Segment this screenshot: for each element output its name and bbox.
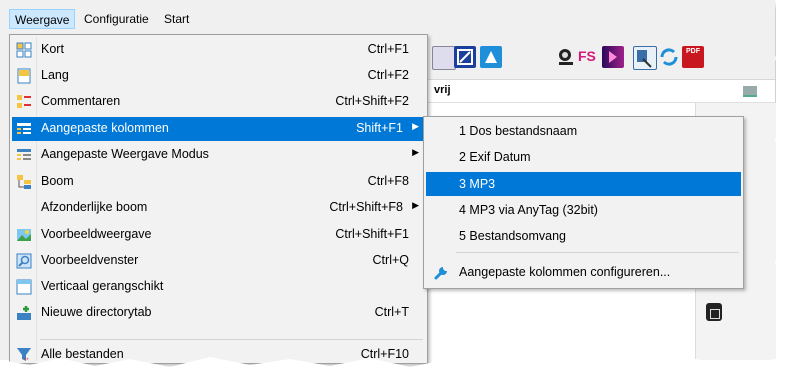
menu-item-label: Voorbeeldvenster xyxy=(41,253,139,267)
long-view-icon xyxy=(16,68,32,84)
submenu-item-dos-bestandsnaam[interactable]: 1 Dos bestandsnaam xyxy=(426,119,741,143)
menu-item-label: Lang xyxy=(41,68,69,82)
compare-icon[interactable] xyxy=(633,46,657,70)
menu-item-commentaren[interactable]: Commentaren Ctrl+Shift+F2 xyxy=(12,90,425,114)
menu-item-verticaal-gerangschikt[interactable]: Verticaal gerangschikt xyxy=(12,275,425,299)
menu-item-kort[interactable]: Kort Ctrl+F1 xyxy=(12,38,425,62)
menu-separator xyxy=(40,339,423,340)
menu-item-label: Alle bestanden xyxy=(41,347,124,361)
menu-item-shortcut: Shift+F1 xyxy=(356,121,403,135)
toolbar-button-icon[interactable] xyxy=(454,46,476,68)
menu-item-shortcut: Ctrl+F1 xyxy=(367,42,409,56)
menu-item-shortcut: Ctrl+Shift+F2 xyxy=(335,94,409,108)
submenu-item-label: 1 Dos bestandsnaam xyxy=(459,124,578,138)
wrench-icon xyxy=(434,264,450,280)
tree-icon xyxy=(16,174,32,190)
device-icon[interactable] xyxy=(706,303,722,321)
toolbar-button-icon[interactable] xyxy=(602,46,624,68)
menu-weergave[interactable]: Weergave xyxy=(9,9,76,29)
submenu-arrow-icon: ▶ xyxy=(412,121,419,131)
menu-item-label: Kort xyxy=(41,42,64,56)
new-tab-icon xyxy=(16,305,32,321)
menu-item-shortcut: Ctrl+Q xyxy=(372,253,409,267)
menu-item-label: Afzonderlijke boom xyxy=(41,200,148,214)
pdf-label: PDF xyxy=(686,48,700,55)
submenu-item-label: 5 Bestandsomvang xyxy=(459,229,567,243)
custom-columns-submenu: 1 Dos bestandsnaam 2 Exif Datum 3 MP3 4 … xyxy=(423,116,744,289)
menu-item-shortcut: Ctrl+Shift+F1 xyxy=(335,227,409,241)
menu-start[interactable]: Start xyxy=(159,9,194,29)
submenu-arrow-icon: ▶ xyxy=(412,200,419,210)
search-icon[interactable] xyxy=(555,46,577,68)
menu-item-lang[interactable]: Lang Ctrl+F2 xyxy=(12,64,425,88)
menu-item-alle-bestanden[interactable]: ** Alle bestanden Ctrl+F10 xyxy=(12,343,425,367)
menu-item-label: Voorbeeldweergave xyxy=(41,227,152,241)
toolbar-button-icon[interactable] xyxy=(480,46,502,68)
menubar: Weergave Configuratie Start xyxy=(0,9,775,30)
fs-button[interactable]: FS xyxy=(578,48,596,64)
address-bar[interactable]: vrij xyxy=(420,80,775,103)
toolbar: FS PDF xyxy=(420,33,775,80)
menu-item-shortcut: Ctrl+T xyxy=(374,305,409,319)
menu-item-label: Aangepaste Weergave Modus xyxy=(41,147,209,161)
view-menu: Kort Ctrl+F1 Lang Ctrl+F2 Commentaren Ct… xyxy=(9,34,428,364)
menu-item-afzonderlijke-boom[interactable]: Afzonderlijke boom Ctrl+Shift+F8 ▶ xyxy=(12,196,425,220)
menu-item-shortcut: Ctrl+F2 xyxy=(367,68,409,82)
menu-item-label: Commentaren xyxy=(41,94,121,108)
submenu-item-exif-datum[interactable]: 2 Exif Datum xyxy=(426,145,741,169)
menu-item-shortcut: Ctrl+F10 xyxy=(360,347,409,361)
free-space-label: vrij xyxy=(434,84,451,96)
pdf-icon[interactable]: PDF xyxy=(682,46,704,68)
custom-columns-icon xyxy=(16,121,32,137)
submenu-item-bestandsomvang[interactable]: 5 Bestandsomvang xyxy=(426,224,741,248)
menu-item-nieuwe-directorytab[interactable]: Nieuwe directorytab Ctrl+T xyxy=(12,301,425,325)
submenu-item-label: 4 MP3 via AnyTag (32bit) xyxy=(459,203,598,217)
vertical-arrangement-icon xyxy=(16,279,32,295)
short-view-icon xyxy=(16,42,32,58)
submenu-item-label: 3 MP3 xyxy=(459,177,496,191)
menu-item-shortcut: Ctrl+Shift+F8 xyxy=(329,200,403,214)
menu-item-label: Verticaal gerangschikt xyxy=(41,279,164,293)
drive-icon xyxy=(743,86,757,97)
menu-item-voorbeeldweergave[interactable]: Voorbeeldweergave Ctrl+Shift+F1 xyxy=(12,223,425,247)
svg-text:**: ** xyxy=(24,358,29,363)
submenu-item-mp3[interactable]: 3 MP3 xyxy=(426,172,741,196)
all-files-filter-icon: ** xyxy=(16,347,32,364)
submenu-arrow-icon: ▶ xyxy=(412,147,419,157)
menu-configuratie[interactable]: Configuratie xyxy=(79,9,154,29)
submenu-item-configure-columns[interactable]: Aangepaste kolommen configureren... xyxy=(426,260,741,284)
screenshot: Weergave Configuratie Start FS PDF vrij xyxy=(0,0,789,378)
menu-item-label: Nieuwe directorytab xyxy=(41,305,152,319)
comments-view-icon xyxy=(16,94,32,110)
custom-view-mode-icon xyxy=(16,147,32,163)
menu-item-boom[interactable]: Boom Ctrl+F8 xyxy=(12,170,425,194)
sync-icon[interactable] xyxy=(658,46,680,68)
menu-item-aangepaste-weergave-modus[interactable]: Aangepaste Weergave Modus ▶ xyxy=(12,143,425,167)
submenu-item-label: Aangepaste kolommen configureren... xyxy=(459,265,671,279)
submenu-item-mp3-via-anytag[interactable]: 4 MP3 via AnyTag (32bit) xyxy=(426,198,741,222)
menu-item-shortcut: Ctrl+F8 xyxy=(367,174,409,188)
submenu-separator xyxy=(456,252,739,253)
thumbnail-view-icon xyxy=(16,227,32,243)
toolbar-button-icon[interactable] xyxy=(432,46,456,70)
submenu-item-label: 2 Exif Datum xyxy=(459,150,531,164)
preview-window-icon xyxy=(16,253,32,269)
menu-item-label: Boom xyxy=(41,174,74,188)
menu-item-label: Aangepaste kolommen xyxy=(41,121,169,135)
menu-item-aangepaste-kolommen[interactable]: Aangepaste kolommen Shift+F1 ▶ xyxy=(12,117,425,141)
menu-item-voorbeeldvenster[interactable]: Voorbeeldvenster Ctrl+Q xyxy=(12,249,425,273)
